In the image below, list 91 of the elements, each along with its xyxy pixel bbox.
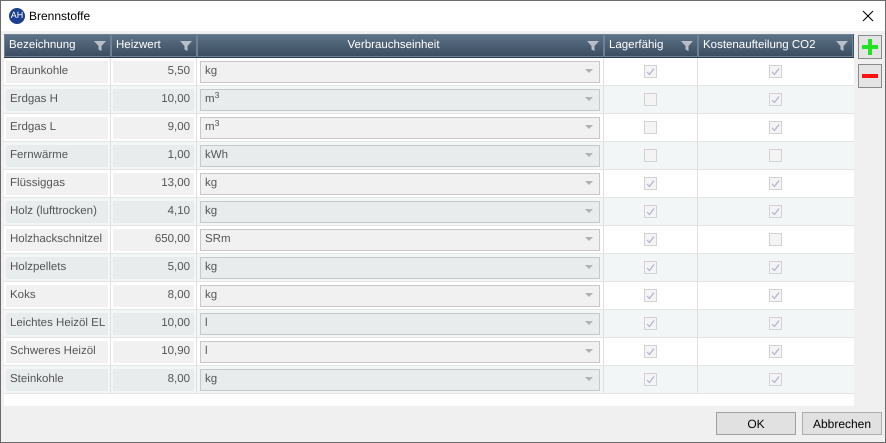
caret-icon: [585, 153, 593, 158]
caret-icon: [585, 377, 593, 382]
checkbox[interactable]: [769, 93, 782, 106]
checkbox[interactable]: [769, 121, 782, 134]
checkbox[interactable]: [769, 65, 782, 78]
checkbox[interactable]: [644, 289, 657, 302]
unit-dropdown[interactable]: kWh: [200, 144, 600, 166]
table-cell: Holzpellets: [6, 256, 108, 278]
caret-icon: [585, 321, 593, 326]
filter-icon[interactable]: [94, 40, 106, 52]
column-header[interactable]: Kostenaufteilung CO2: [698, 34, 853, 57]
column-header[interactable]: Lagerfähig: [604, 34, 698, 57]
unit-dropdown[interactable]: kg: [200, 368, 600, 390]
table-cell: 650,00: [113, 228, 194, 250]
checkbox[interactable]: [769, 149, 782, 162]
filter-icon[interactable]: [681, 40, 693, 52]
table-cell: Steinkohle: [6, 368, 108, 390]
checkbox[interactable]: [769, 233, 782, 246]
table-cell: 5,50: [113, 60, 194, 82]
table-cell: Koks: [6, 284, 108, 306]
checkbox[interactable]: [769, 345, 782, 358]
caret-icon: [585, 293, 593, 298]
checkbox[interactable]: [769, 205, 782, 218]
unit-dropdown[interactable]: kg: [200, 172, 600, 194]
table-cell: Holz (lufttrocken): [6, 200, 108, 222]
checkbox[interactable]: [769, 261, 782, 274]
unit-dropdown[interactable]: kg: [200, 284, 600, 306]
checkbox[interactable]: [644, 177, 657, 190]
table-cell: 13,00: [113, 172, 194, 194]
unit-dropdown[interactable]: m$^{3}$: [200, 116, 600, 138]
caret-icon: [585, 97, 593, 102]
column-header[interactable]: Bezeichnung: [4, 34, 111, 57]
table-cell: 1,00: [113, 144, 194, 166]
table-cell: Erdgas L: [6, 116, 108, 138]
checkbox[interactable]: [644, 233, 657, 246]
table-cell: 10,90: [113, 340, 194, 362]
checkbox[interactable]: [644, 121, 657, 134]
checkbox[interactable]: [644, 65, 657, 78]
checkbox[interactable]: [644, 205, 657, 218]
table-cell: Schweres Heizöl: [6, 340, 108, 362]
table-cell: 4,10: [113, 200, 194, 222]
checkbox[interactable]: [644, 149, 657, 162]
caret-icon: [585, 125, 593, 130]
caret-icon: [585, 69, 593, 74]
minus-icon: [862, 74, 878, 78]
unit-dropdown[interactable]: l: [200, 312, 600, 334]
table-cell: Holzhackschnitzel: [6, 228, 108, 250]
checkbox[interactable]: [769, 317, 782, 330]
filter-icon[interactable]: [587, 40, 599, 52]
table-cell: 10,00: [113, 312, 194, 334]
checkbox[interactable]: [644, 93, 657, 106]
add-button[interactable]: [858, 35, 882, 59]
checkbox[interactable]: [644, 261, 657, 274]
unit-dropdown[interactable]: m$^{3}$: [200, 88, 600, 110]
table-cell: 10,00: [113, 88, 194, 110]
table-cell: Erdgas H: [6, 88, 108, 110]
table-cell: 5,00: [113, 256, 194, 278]
table-cell: Braunkohle: [6, 60, 108, 82]
filter-icon[interactable]: [836, 40, 848, 52]
table-cell: 8,00: [113, 368, 194, 390]
caret-icon: [585, 349, 593, 354]
plus-icon: [862, 39, 878, 55]
table-cell: Fernwärme: [6, 144, 108, 166]
table-cell: Leichtes Heizöl EL: [6, 312, 108, 334]
unit-dropdown[interactable]: kg: [200, 256, 600, 278]
checkbox[interactable]: [644, 317, 657, 330]
column-header[interactable]: Verbrauchseinheit: [197, 34, 604, 57]
checkbox[interactable]: [769, 289, 782, 302]
filter-icon[interactable]: [180, 40, 192, 52]
caret-icon: [585, 237, 593, 242]
window-title: Brennstoffe: [29, 8, 90, 25]
unit-dropdown[interactable]: SRm: [200, 228, 600, 250]
table-cell: 8,00: [113, 284, 194, 306]
checkbox[interactable]: [644, 373, 657, 386]
unit-dropdown[interactable]: l: [200, 340, 600, 362]
checkbox[interactable]: [644, 345, 657, 358]
column-header[interactable]: Heizwert: [111, 34, 197, 57]
ok-button[interactable]: OK: [716, 412, 796, 435]
caret-icon: [585, 209, 593, 214]
caret-icon: [585, 265, 593, 270]
checkbox[interactable]: [769, 177, 782, 190]
app-logo: AH: [9, 8, 25, 24]
table-cell: 9,00: [113, 116, 194, 138]
unit-dropdown[interactable]: kg: [200, 60, 600, 82]
close-icon[interactable]: [862, 10, 874, 22]
checkbox[interactable]: [769, 373, 782, 386]
table-cell: Flüssiggas: [6, 172, 108, 194]
remove-button[interactable]: [858, 64, 882, 88]
unit-dropdown[interactable]: kg: [200, 200, 600, 222]
cancel-button[interactable]: Abbrechen: [802, 412, 882, 435]
caret-icon: [585, 181, 593, 186]
